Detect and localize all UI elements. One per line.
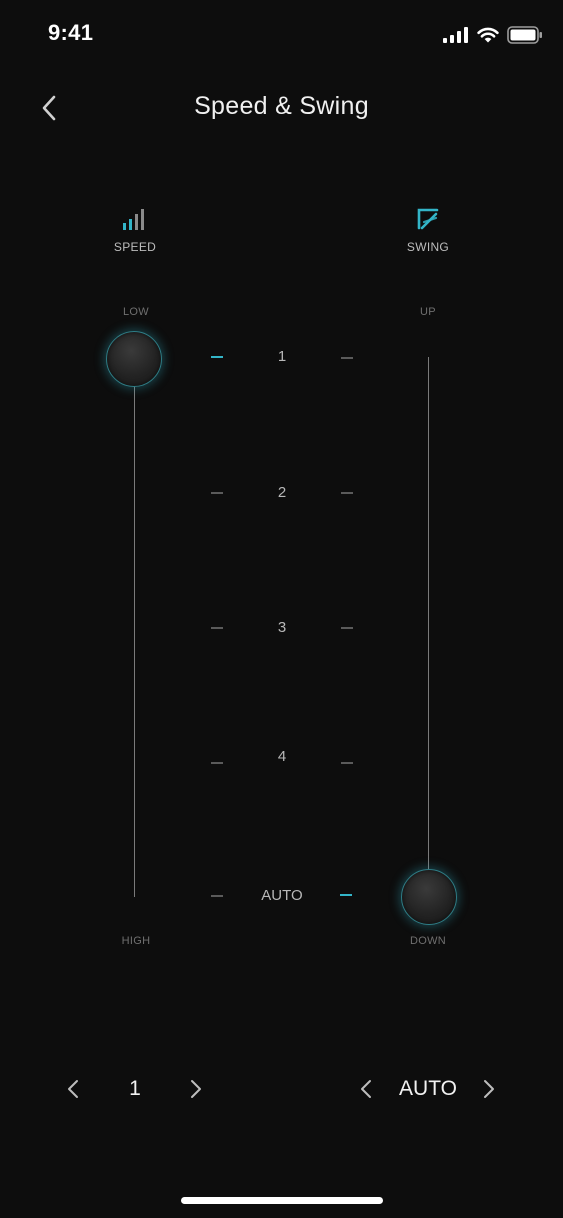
speed-increase-button[interactable] [181,1074,211,1104]
level-label-3[interactable]: 3 [242,619,322,636]
wifi-icon [477,27,499,43]
swing-fan-icon [417,208,439,230]
level-label-2[interactable]: 2 [242,484,322,501]
chevron-left-icon [68,1080,78,1098]
status-time: 9:41 [48,20,94,45]
speed-slider-track[interactable] [134,360,135,897]
level-label-auto[interactable]: AUTO [242,887,322,904]
signal-bars-icon [123,209,144,230]
swing-tick-2 [341,492,353,494]
speed-tick-3 [211,627,223,629]
swing-header: SWING [368,204,488,254]
swing-tick-auto [340,894,352,896]
speed-slider-knob[interactable] [106,331,162,387]
page-title: Speed & Swing [194,92,369,120]
speed-tick-2 [211,492,223,494]
swing-slider-knob[interactable] [401,869,457,925]
level-label-4[interactable]: 4 [242,748,322,765]
speed-low-label: LOW [123,306,149,318]
speed-tick-auto [211,895,223,897]
swing-increase-button[interactable] [474,1074,504,1104]
level-label-1[interactable]: 1 [242,348,322,365]
speed-label: SPEED [113,240,157,254]
status-icons [443,24,543,46]
swing-tick-3 [341,627,353,629]
swing-tick-1 [341,357,353,359]
speed-value: 1 [129,1077,141,1100]
chevron-right-icon [484,1080,494,1098]
speed-decrease-button[interactable] [58,1074,88,1104]
cellular-signal-icon [443,27,468,43]
swing-up-label: UP [420,306,436,318]
swing-slider-track[interactable] [428,357,429,897]
swing-label: SWING [406,240,450,254]
speed-tick-1 [211,356,223,358]
swing-tick-4 [341,762,353,764]
chevron-right-icon [191,1080,201,1098]
swing-down-label: DOWN [409,935,447,947]
speed-header: SPEED [75,204,195,254]
battery-icon [507,26,542,44]
swing-decrease-button[interactable] [351,1074,381,1104]
speed-tick-4 [211,762,223,764]
swing-value: AUTO [399,1077,457,1100]
home-indicator[interactable] [181,1197,383,1204]
chevron-left-icon [361,1080,371,1098]
speed-high-label: HIGH [121,935,151,947]
